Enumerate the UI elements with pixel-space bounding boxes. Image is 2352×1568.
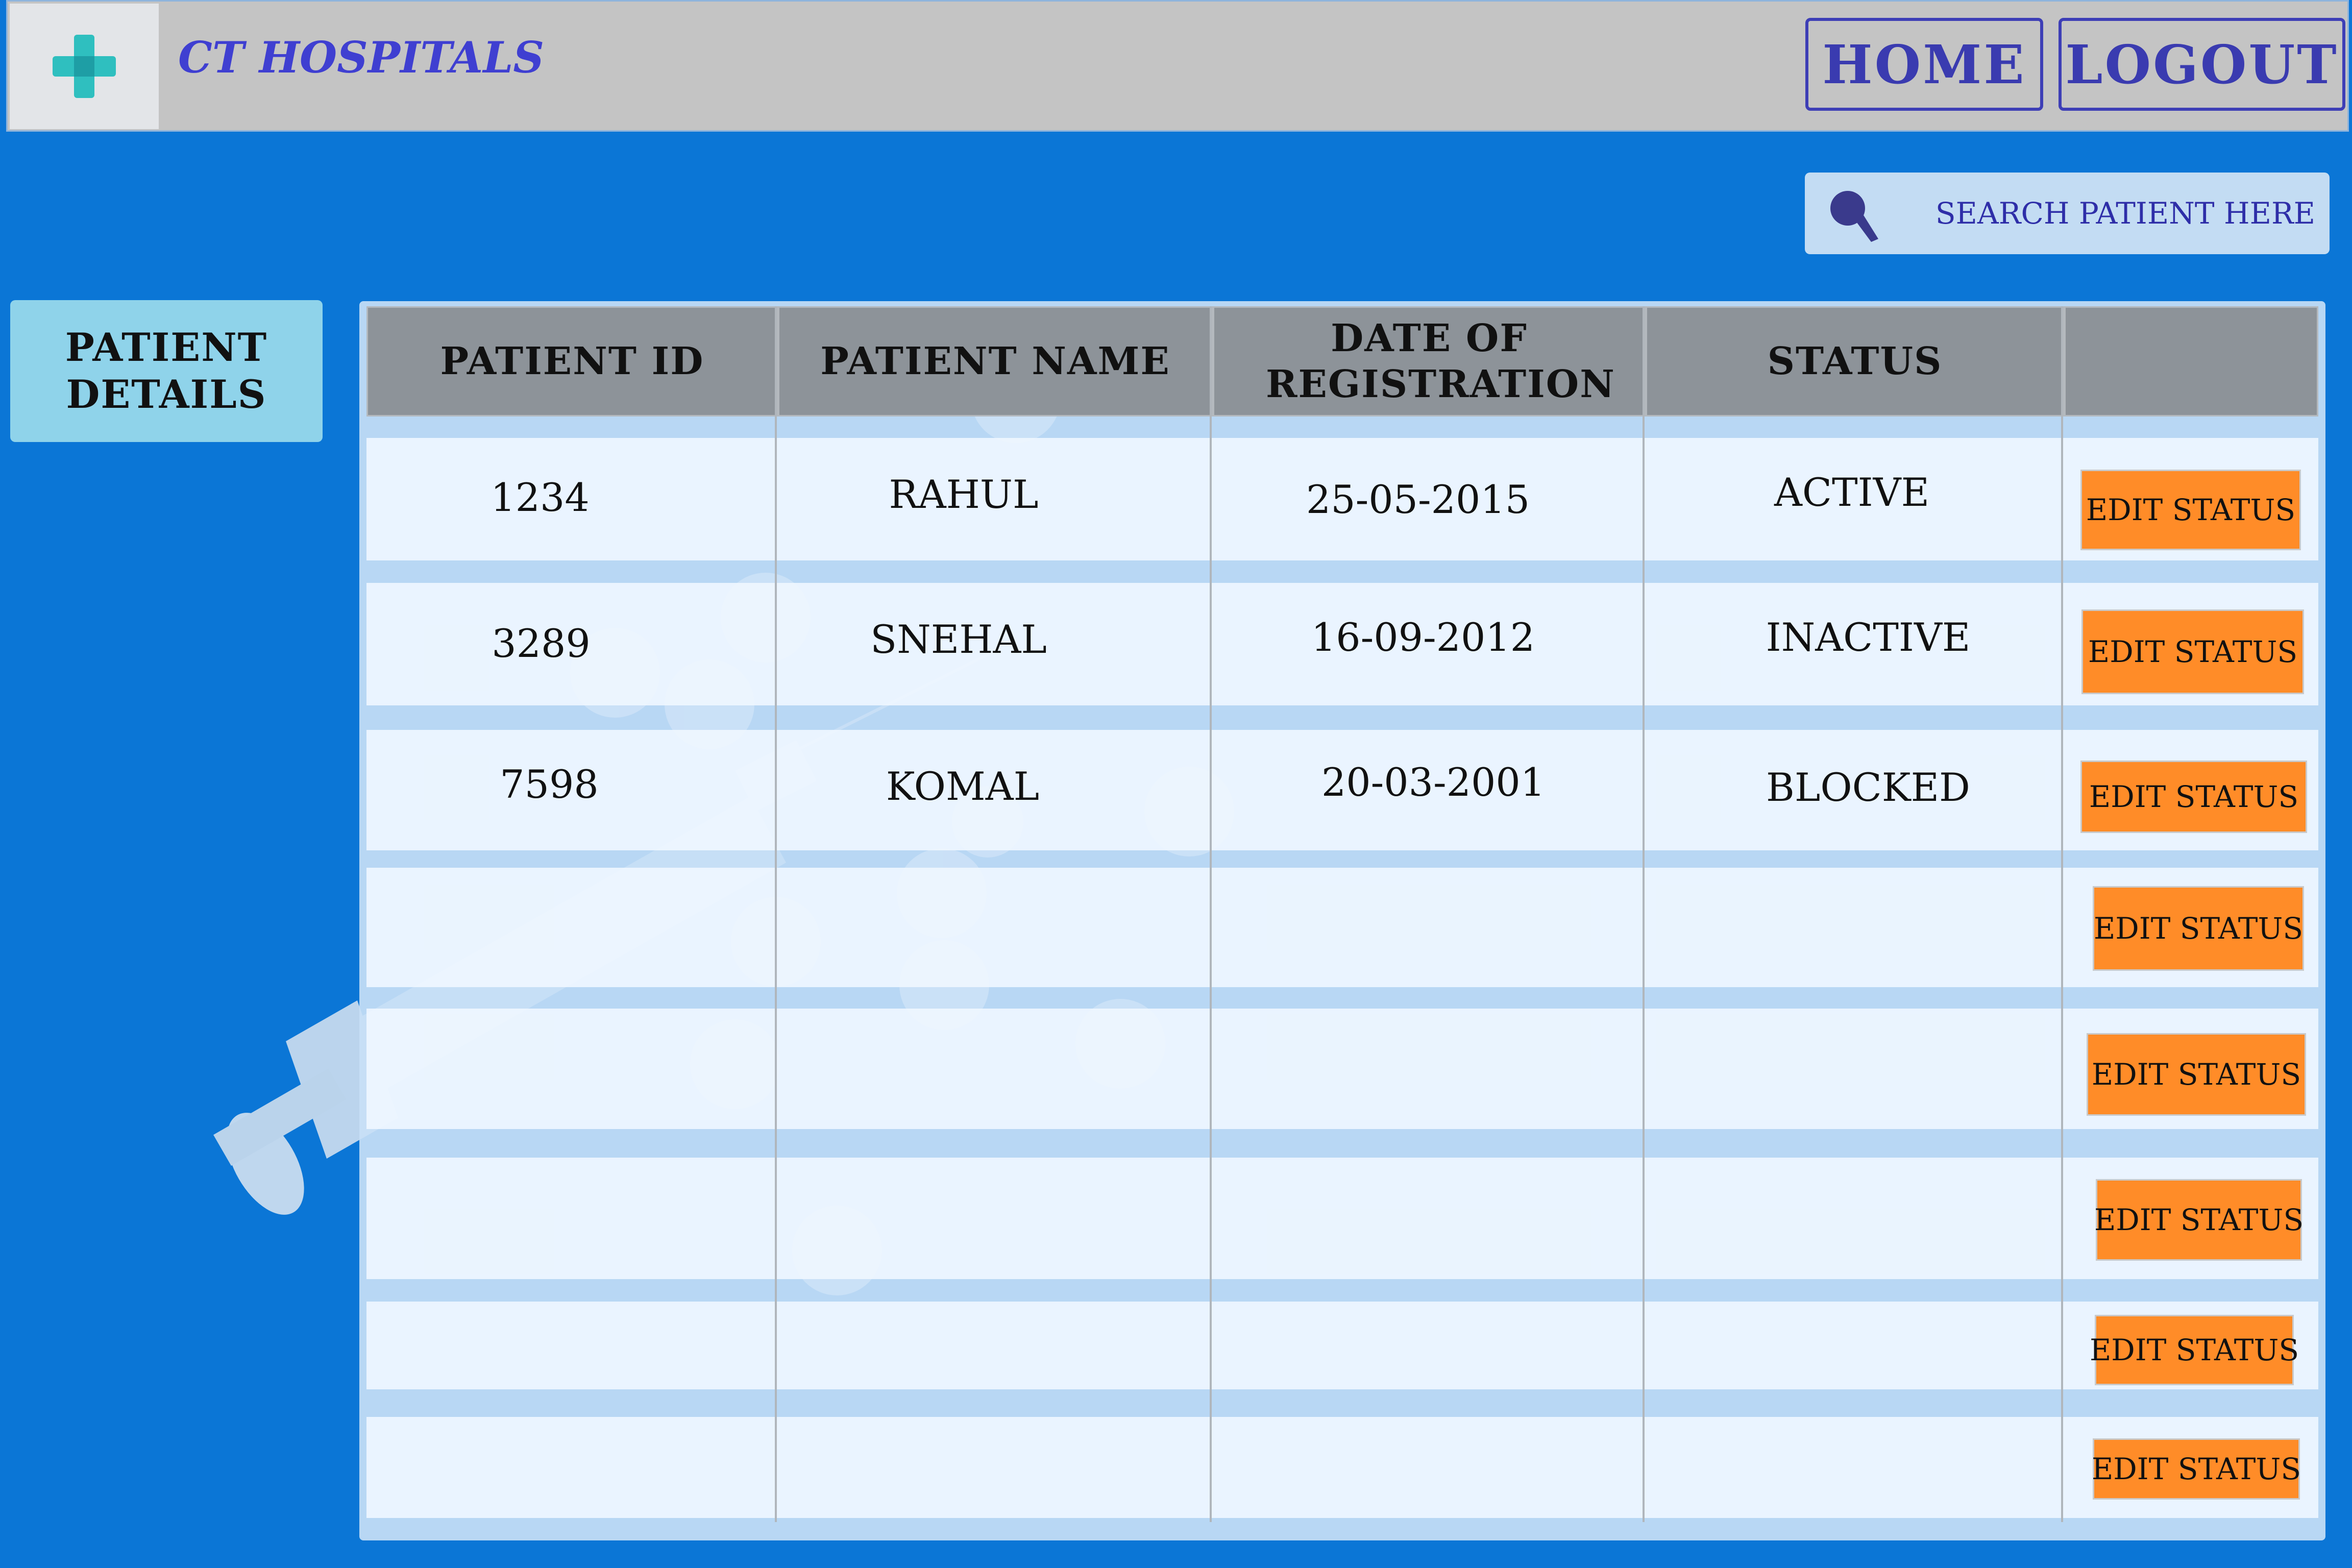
column-divider — [2061, 306, 2063, 1522]
table-row — [366, 1009, 2318, 1129]
table-row — [366, 1302, 2318, 1389]
search-icon — [1830, 191, 1878, 242]
column-divider — [775, 306, 777, 1522]
patient-details-label: PATIENT DETAILS — [65, 325, 268, 417]
top-header-bar: CT HOSPITALS HOME LOGOUT — [6, 0, 2349, 132]
edit-status-button[interactable]: EDIT STATUS — [2080, 761, 2307, 833]
medical-cross-icon — [53, 35, 116, 98]
edit-status-button[interactable]: EDIT STATUS — [2090, 1315, 2299, 1385]
cell-patient-id: 3289 — [492, 621, 591, 666]
column-header-date-of-registration: DATE OF REGISTRATION — [1213, 306, 1646, 416]
cell-patient-name: RAHUL — [889, 472, 1039, 517]
search-box[interactable] — [1805, 173, 2330, 254]
table-row — [366, 868, 2318, 987]
patient-details-button[interactable]: PATIENT DETAILS — [10, 300, 323, 442]
cell-patient-name: SNEHAL — [870, 617, 1047, 662]
date-of-registration-label: DATE OF REGISTRATION — [1266, 316, 1615, 406]
search-patient-input[interactable] — [1907, 173, 2315, 254]
cell-registration-date: 25-05-2015 — [1306, 477, 1530, 522]
patient-table: PATIENT ID PATIENT NAME DATE OF REGISTRA… — [359, 301, 2325, 1540]
cell-patient-id: 7598 — [500, 762, 599, 807]
cell-registration-date: 16-09-2012 — [1311, 615, 1535, 660]
column-header-status: STATUS — [1646, 306, 2064, 416]
table-row — [366, 1417, 2318, 1518]
cell-status: BLOCKED — [1766, 765, 1970, 810]
cell-status: INACTIVE — [1766, 615, 1971, 660]
column-header-actions — [2064, 306, 2318, 416]
logout-button[interactable]: LOGOUT — [2059, 18, 2345, 111]
cell-status: ACTIVE — [1774, 470, 1930, 515]
cell-patient-id: 1234 — [491, 475, 590, 520]
table-row — [366, 1158, 2318, 1279]
edit-status-button[interactable]: EDIT STATUS — [2087, 1033, 2306, 1116]
edit-status-button[interactable]: EDIT STATUS — [2093, 886, 2304, 971]
edit-status-button[interactable]: EDIT STATUS — [2092, 1438, 2301, 1500]
column-divider — [1643, 306, 1645, 1522]
column-header-patient-name: PATIENT NAME — [778, 306, 1213, 416]
edit-status-button[interactable]: EDIT STATUS — [2094, 1179, 2304, 1261]
column-divider — [1210, 306, 1212, 1522]
logo — [10, 4, 159, 129]
home-button[interactable]: HOME — [1805, 18, 2043, 111]
brand-name: CT HOSPITALS — [178, 32, 545, 83]
cell-patient-name: KOMAL — [886, 764, 1040, 809]
column-header-patient-id: PATIENT ID — [366, 306, 778, 416]
cell-registration-date: 20-03-2001 — [1321, 760, 1546, 805]
edit-status-button[interactable]: EDIT STATUS — [2081, 609, 2304, 694]
edit-status-button[interactable]: EDIT STATUS — [2080, 470, 2301, 550]
